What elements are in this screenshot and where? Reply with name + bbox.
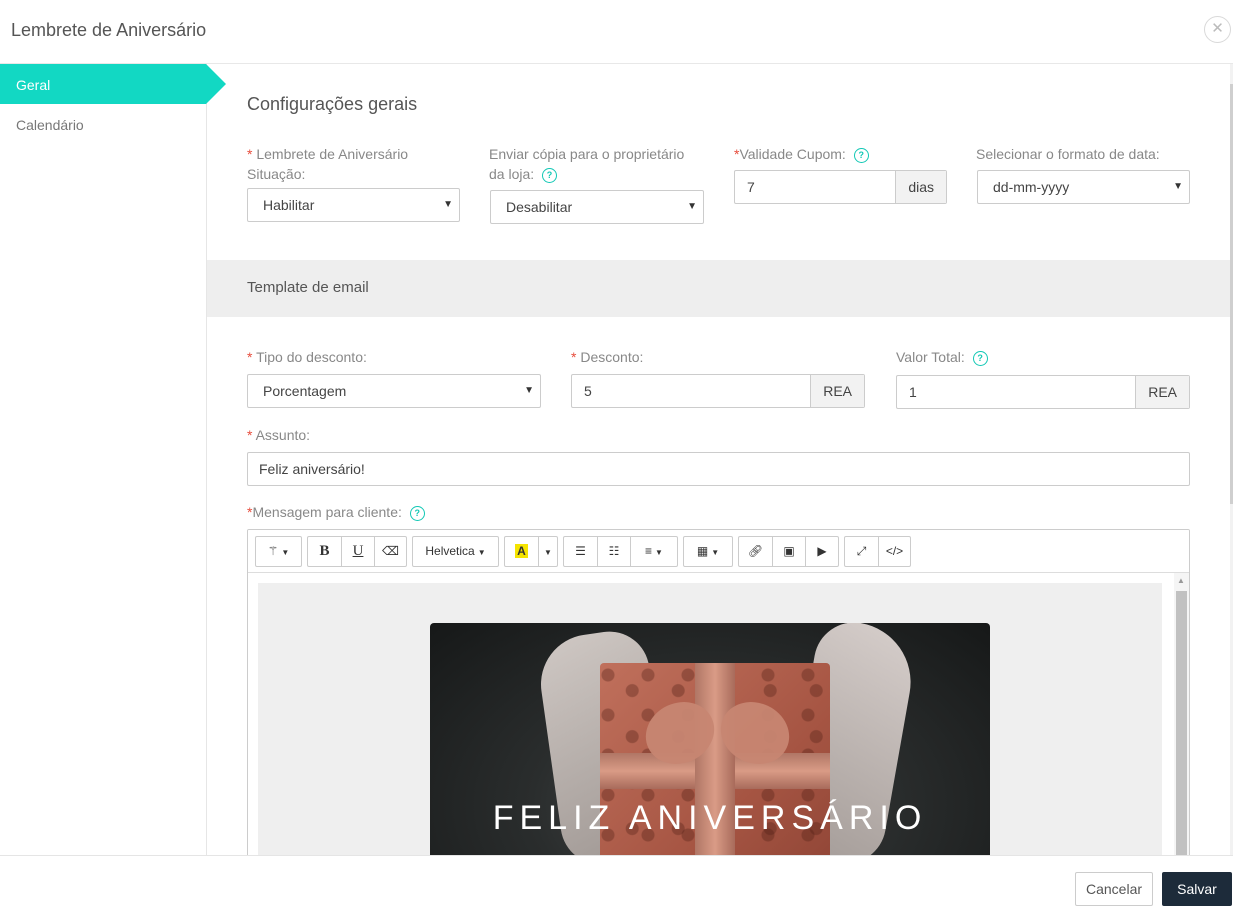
subject-label: * Assunto: (247, 427, 311, 443)
template-section-title: Template de email (247, 279, 369, 296)
magic-wand-icon: ⚚ (267, 544, 279, 558)
font-family-dropdown[interactable]: Helvetica ▼ (412, 536, 499, 567)
sidebar: Geral Calendário (0, 64, 226, 855)
fullscreen-icon[interactable]: ⤢ (845, 537, 878, 566)
help-icon[interactable]: ? (542, 167, 558, 183)
banner-heading: FELIZ ANIVERSÁRIO (492, 799, 928, 837)
birthday-banner-image: FELIZ ANIVERSÁRIO (430, 623, 990, 855)
text-color-button[interactable]: A (505, 537, 538, 566)
underline-button[interactable]: U (341, 537, 374, 566)
template-section-header: Template de email (207, 260, 1230, 317)
modal-header: Lembrete de Aniversário ✕ (0, 0, 1233, 64)
cancel-button[interactable]: Cancelar (1075, 872, 1153, 906)
view-group: ⤢ </> (844, 536, 911, 567)
days-addon: dias (895, 171, 946, 203)
scroll-up-icon[interactable]: ▲ (1177, 576, 1185, 585)
link-icon[interactable]: 🔗︎ (739, 537, 772, 566)
color-group: A ▼ (504, 536, 558, 567)
save-button[interactable]: Salvar (1162, 872, 1232, 906)
table-icon[interactable]: ▦ ▼ (683, 536, 733, 567)
status-label: * Lembrete de Aniversário Situação: (247, 146, 409, 182)
help-icon[interactable]: ? (972, 350, 988, 366)
bold-button[interactable]: B (308, 537, 341, 566)
discount-type-select[interactable]: Porcentagem ▼ (247, 374, 541, 408)
message-label: *Mensagem para cliente: ? (247, 502, 425, 522)
modal-footer: Cancelar Salvar (0, 855, 1233, 908)
discount-label: * Desconto: (571, 349, 644, 365)
discount-type-label: * Tipo do desconto: (247, 349, 367, 365)
copy-owner-label: Enviar cópia para o proprietário da loja… (489, 146, 685, 183)
color-dropdown-button[interactable]: ▼ (538, 537, 557, 566)
eraser-icon[interactable]: ⌫ (374, 537, 406, 566)
chevron-down-icon: ▼ (1173, 181, 1183, 192)
editor-toolbar: ⚚ ▼ B U ⌫ Helvetica ▼ A ▼ ☰ ☷ ≡ ▼ ▦ ▼ 🔗︎… (248, 530, 1189, 573)
editor-scrollbar[interactable]: ▲ (1174, 573, 1189, 855)
chevron-down-icon: ▼ (524, 385, 534, 396)
help-icon[interactable]: ? (853, 147, 869, 163)
total-value-label: Valor Total: ? (896, 347, 988, 367)
help-icon[interactable]: ? (409, 505, 425, 521)
copy-owner-select[interactable]: Desabilitar ▼ (490, 190, 704, 224)
coupon-validity-input[interactable]: 7 dias (734, 170, 947, 204)
coupon-validity-label: *Validade Cupom: ? (734, 144, 869, 164)
unordered-list-icon[interactable]: ☰ (564, 537, 597, 566)
chevron-down-icon: ▼ (687, 201, 697, 212)
code-view-button[interactable]: </> (878, 537, 910, 566)
insert-group: 🔗︎ ▣ ▶ (738, 536, 839, 567)
sidebar-item-geral[interactable]: Geral (0, 64, 226, 104)
main-content: Configurações gerais * Lembrete de Anive… (207, 64, 1230, 855)
date-format-label: Selecionar o formato de data: (976, 146, 1160, 162)
style-button[interactable]: ⚚ ▼ (255, 536, 302, 567)
modal-title: Lembrete de Aniversário (11, 20, 207, 40)
subject-input[interactable]: Feliz aniversário! (247, 452, 1190, 486)
sidebar-item-calendario[interactable]: Calendário (16, 117, 84, 133)
align-icon[interactable]: ≡ ▼ (630, 537, 677, 566)
font-color-icon: A (515, 544, 528, 558)
total-value-input[interactable]: 1 REA (896, 375, 1190, 409)
date-format-select[interactable]: dd-mm-yyyy ▼ (977, 170, 1190, 204)
discount-input[interactable]: 5 REA (571, 374, 865, 408)
video-icon[interactable]: ▶ (805, 537, 838, 566)
paragraph-group: ☰ ☷ ≡ ▼ (563, 536, 678, 567)
chevron-down-icon: ▼ (443, 199, 453, 210)
general-section-title: Configurações gerais (247, 94, 418, 114)
ordered-list-icon[interactable]: ☷ (597, 537, 630, 566)
rich-text-editor[interactable]: ⚚ ▼ B U ⌫ Helvetica ▼ A ▼ ☰ ☷ ≡ ▼ ▦ ▼ 🔗︎… (247, 529, 1190, 855)
total-value-unit-addon: REA (1135, 376, 1189, 408)
editor-content[interactable]: FELIZ ANIVERSÁRIO (258, 583, 1162, 855)
discount-unit-addon: REA (810, 375, 864, 407)
status-select[interactable]: Habilitar ▼ (247, 188, 460, 222)
close-icon[interactable]: ✕ (1204, 16, 1231, 43)
font-style-group: B U ⌫ (307, 536, 407, 567)
image-icon[interactable]: ▣ (772, 537, 805, 566)
